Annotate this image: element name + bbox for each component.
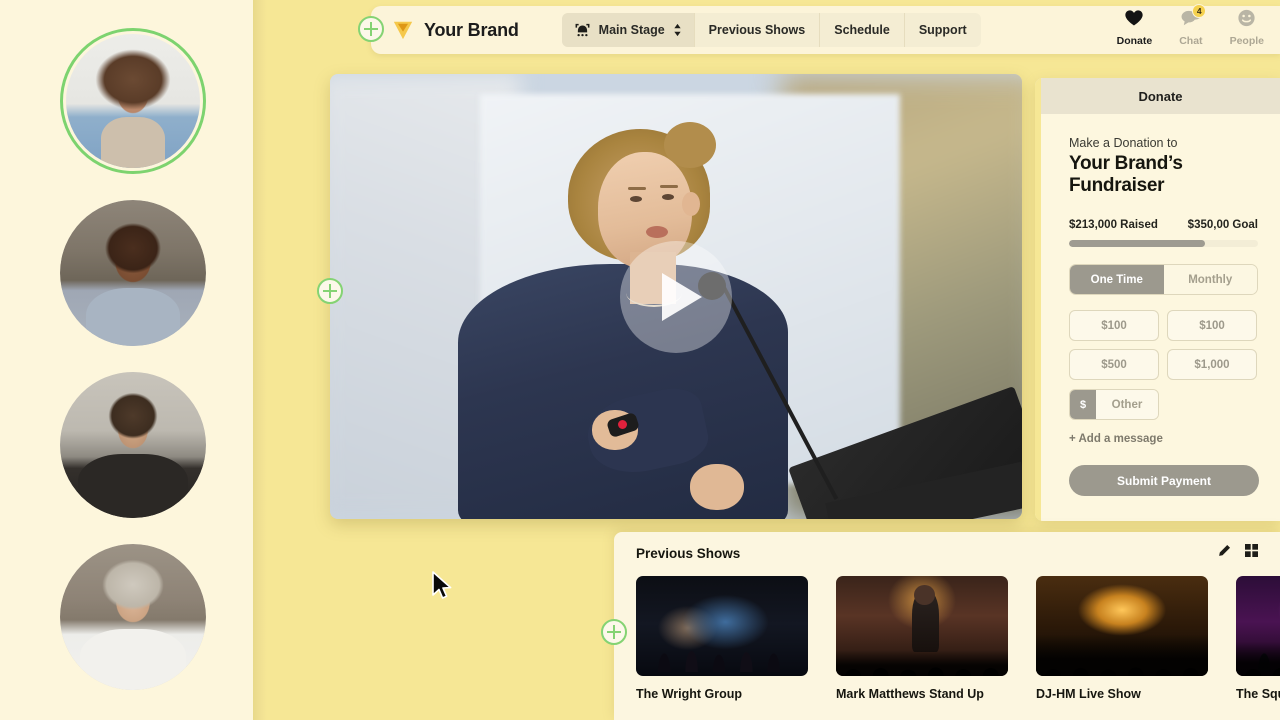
avatar-image-1 — [66, 34, 200, 168]
heart-icon — [1124, 9, 1144, 32]
brand-block: Your Brand — [371, 19, 519, 41]
donate-panel: Donate Make a Donation to Your Brand’s F… — [1035, 78, 1280, 521]
donate-panel-body: Make a Donation to Your Brand’s Fundrais… — [1035, 114, 1280, 497]
brand-name: Your Brand — [424, 19, 519, 40]
donate-panel-title: Donate — [1035, 78, 1280, 114]
amount-option-2[interactable]: $100 — [1167, 310, 1257, 342]
stage-selector-label: Main Stage — [598, 23, 665, 37]
donate-other-amount-field[interactable]: $ Other — [1069, 389, 1159, 421]
show-card-2[interactable]: Mark Matthews Stand Up — [836, 576, 1008, 701]
avatar-image-3 — [60, 372, 206, 518]
other-amount-input[interactable]: Other — [1096, 390, 1158, 420]
header-actions: Donate 4 Chat People — [1116, 4, 1280, 51]
show-thumbnail-3 — [1036, 576, 1208, 676]
show-card-4[interactable]: The Squad Live — [1236, 576, 1280, 701]
donate-progress-track — [1069, 240, 1258, 248]
show-thumbnail-1 — [636, 576, 808, 676]
previous-shows-title: Previous Shows — [636, 545, 741, 561]
donate-action-label: Donate — [1116, 35, 1153, 47]
donate-panel-accent-bar — [1035, 78, 1041, 521]
add-message-link[interactable]: + Add a message — [1069, 433, 1258, 445]
play-icon[interactable] — [620, 240, 732, 353]
nav-link-support[interactable]: Support — [903, 13, 981, 47]
people-action[interactable]: People — [1230, 9, 1264, 47]
avatar-image-4 — [60, 544, 206, 690]
triangle-logo-icon — [392, 19, 414, 41]
donate-subtitle: Make a Donation to — [1069, 136, 1178, 150]
show-card-1[interactable]: The Wright Group — [636, 576, 808, 701]
chat-action-label: Chat — [1179, 35, 1203, 47]
submit-payment-button[interactable]: Submit Payment — [1069, 465, 1259, 497]
add-block-shows-button[interactable] — [601, 619, 627, 645]
amount-option-1[interactable]: $100 — [1069, 310, 1159, 342]
previous-shows-header: Previous Shows — [614, 532, 1280, 562]
amount-option-4[interactable]: $1,000 — [1167, 349, 1257, 381]
donate-progress-stats: $213,000 Raised $350,00 Goal — [1069, 219, 1258, 231]
donate-raised-label: $213,000 Raised — [1069, 219, 1158, 232]
avatar-participant-3[interactable] — [60, 372, 206, 518]
nav-link-schedule[interactable]: Schedule — [819, 13, 904, 47]
previous-shows-carousel[interactable]: The Wright Group Mark Matthews Stand Up … — [614, 562, 1280, 701]
participants-sidebar — [0, 0, 253, 720]
chat-unread-badge: 4 — [1192, 4, 1207, 18]
donate-title: Your Brand’s Fundraiser — [1069, 153, 1183, 197]
nav-link-previous-shows[interactable]: Previous Shows — [693, 13, 820, 47]
show-title-1: The Wright Group — [636, 687, 743, 701]
frequency-monthly[interactable]: Monthly — [1163, 265, 1257, 295]
avatar-participant-4[interactable] — [60, 544, 206, 690]
show-title-3: DJ-HM Live Show — [1036, 687, 1141, 701]
grid-view-icon[interactable] — [1245, 544, 1258, 562]
show-card-3[interactable]: DJ-HM Live Show — [1036, 576, 1208, 701]
avatar-image-2 — [60, 200, 206, 346]
donate-action[interactable]: Donate — [1116, 9, 1153, 47]
chat-action[interactable]: 4 Chat — [1179, 4, 1207, 47]
smiley-face-icon — [1237, 9, 1256, 32]
chevron-updown-icon — [673, 23, 682, 37]
amount-option-3[interactable]: $500 — [1069, 349, 1159, 381]
donate-goal-label: $350,00 Goal — [1187, 219, 1258, 232]
show-title-2: Mark Matthews Stand Up — [836, 687, 984, 701]
frequency-one-time[interactable]: One Time — [1070, 265, 1164, 295]
donate-frequency-toggle[interactable]: One Time Monthly — [1069, 264, 1258, 296]
avatar-participant-1[interactable] — [60, 28, 206, 174]
show-title-4: The Squad Live — [1236, 687, 1280, 701]
previous-shows-tools — [1218, 544, 1258, 562]
main-stage-video-player[interactable]: s rtal — [330, 74, 1022, 519]
donate-amount-options: $100 $100 $500 $1,000 — [1069, 310, 1258, 381]
currency-symbol: $ — [1070, 390, 1096, 420]
stage-icon — [574, 22, 591, 38]
top-header-bar: Your Brand Main Stage Previous Shows Sch… — [371, 4, 1280, 54]
previous-shows-panel: Previous Shows The Wright Group Mark Mat… — [614, 532, 1280, 720]
arrow-cursor-icon — [431, 571, 453, 606]
add-block-stage-button[interactable] — [317, 278, 343, 304]
add-block-header-button[interactable] — [358, 16, 384, 42]
donate-progress-fill — [1069, 240, 1206, 248]
app-root: Your Brand Main Stage Previous Shows Sch… — [0, 0, 1280, 720]
avatar-participant-2[interactable] — [60, 200, 206, 346]
show-thumbnail-2 — [836, 576, 1008, 676]
stage-selector[interactable]: Main Stage — [561, 13, 694, 47]
header-nav-group: Main Stage Previous Shows Schedule Suppo… — [561, 13, 981, 47]
sidebar-edge-divider — [253, 0, 267, 720]
people-action-label: People — [1229, 35, 1264, 47]
show-thumbnail-4 — [1236, 576, 1280, 676]
pencil-icon[interactable] — [1218, 544, 1231, 562]
